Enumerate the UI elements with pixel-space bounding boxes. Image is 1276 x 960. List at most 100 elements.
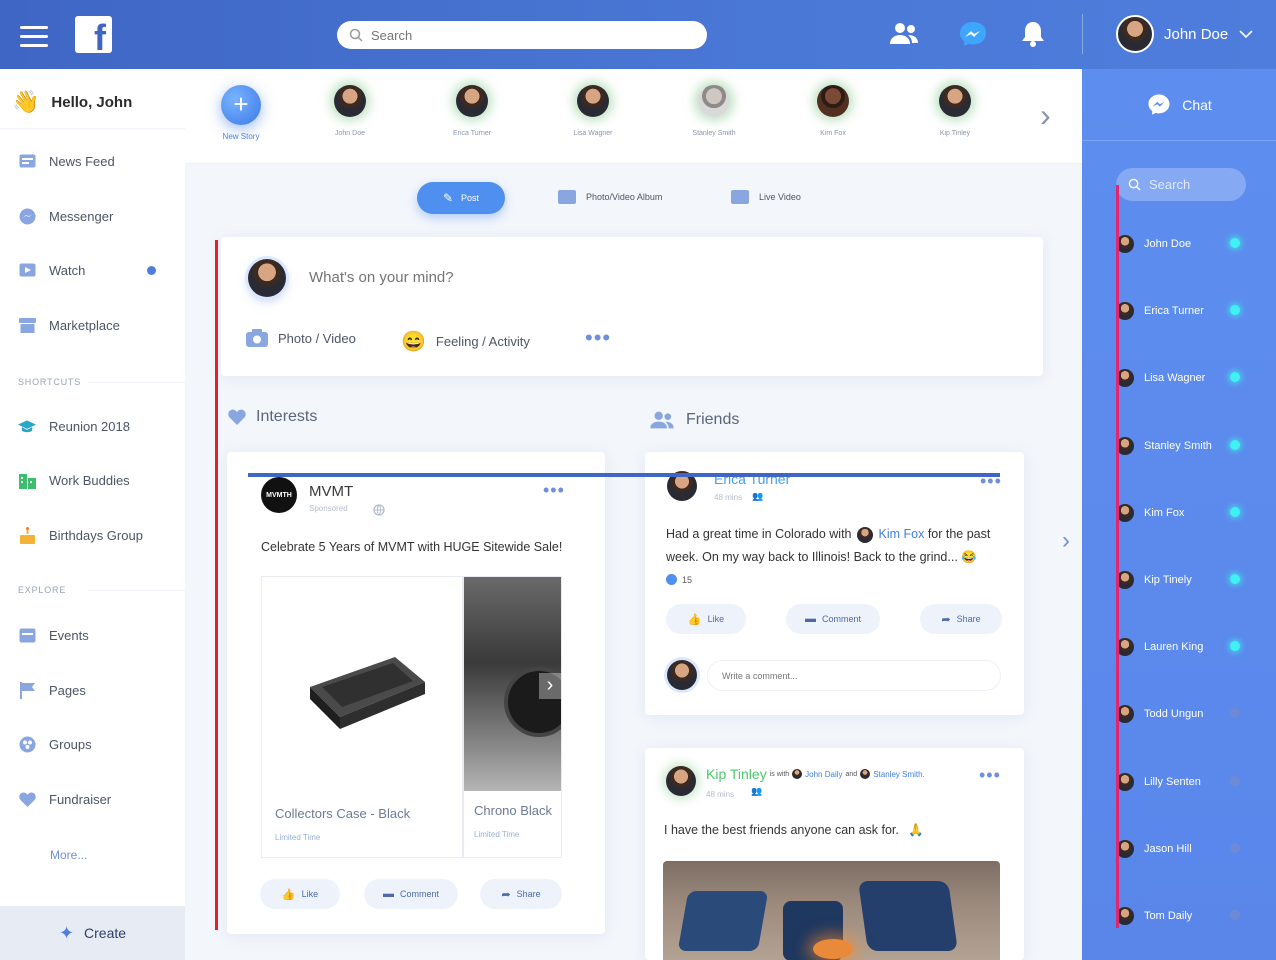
chat-contact[interactable]: Lilly Senten bbox=[1116, 770, 1246, 794]
avatar bbox=[817, 85, 849, 117]
share-button[interactable]: ➦ Share bbox=[480, 879, 562, 909]
chevron-right-icon[interactable]: › bbox=[1062, 527, 1070, 555]
magic-wand-icon: ✦ bbox=[58, 922, 75, 943]
sidebar-item-fundraiser[interactable]: Fundraiser bbox=[18, 790, 168, 808]
avatar bbox=[666, 766, 696, 796]
friends-icon[interactable] bbox=[888, 20, 920, 48]
comment-button[interactable]: ▬ Comment bbox=[364, 879, 458, 909]
friends-privacy-icon: 👥 bbox=[752, 491, 764, 501]
tagged-friend-link[interactable]: John Daily bbox=[805, 770, 842, 779]
tagged-friend-link[interactable]: Kim Fox bbox=[878, 527, 924, 541]
sidebar-item-pages[interactable]: Pages bbox=[18, 681, 168, 699]
story-item[interactable]: John Doe bbox=[310, 85, 390, 137]
more-options-icon[interactable]: ••• bbox=[585, 327, 611, 349]
avatar bbox=[248, 259, 286, 297]
more-options-icon[interactable]: ••• bbox=[543, 481, 565, 499]
more-link[interactable]: More... bbox=[50, 848, 87, 862]
chat-contact[interactable]: Tom Daily bbox=[1116, 904, 1246, 928]
product-name: Collectors Case - Black bbox=[275, 806, 411, 821]
post-author[interactable]: Kip Tinley bbox=[706, 766, 767, 782]
chat-contact[interactable]: Erica Turner bbox=[1116, 299, 1246, 323]
globe-icon bbox=[373, 504, 385, 516]
chevron-right-icon[interactable]: › bbox=[1040, 99, 1051, 131]
contact-name: Lauren King bbox=[1144, 641, 1204, 654]
chat-contact[interactable]: Lisa Wagner bbox=[1116, 366, 1246, 390]
flag-icon bbox=[18, 681, 36, 699]
story-item[interactable]: Stanley Smith bbox=[674, 85, 754, 137]
post-time: 48 mins bbox=[706, 790, 735, 799]
post-time: 48 mins bbox=[714, 493, 743, 502]
chat-search-bar[interactable] bbox=[1116, 168, 1246, 201]
comment-button[interactable]: ▬ Comment bbox=[786, 604, 880, 634]
feeling-activity-button[interactable]: 😄 Feeling / Activity bbox=[401, 329, 530, 354]
sidebar-item-reunion-2018[interactable]: Reunion 2018 bbox=[18, 417, 168, 435]
product-card[interactable]: › Chrono Black Limited Time bbox=[463, 576, 562, 858]
post-author[interactable]: MVMT bbox=[309, 483, 353, 500]
messenger-icon[interactable] bbox=[957, 20, 989, 48]
create-button[interactable]: ✦ Create bbox=[0, 906, 185, 960]
video-camera-icon bbox=[731, 190, 749, 204]
story-item[interactable]: Lisa Wagner bbox=[553, 85, 633, 137]
product-card[interactable]: Collectors Case - Black Limited Time bbox=[261, 576, 463, 858]
sidebar-item-news-feed[interactable]: News Feed bbox=[18, 152, 168, 170]
new-story-button[interactable]: + New Story bbox=[201, 85, 281, 141]
facebook-logo-icon[interactable]: f bbox=[75, 16, 112, 53]
like-button[interactable]: 👍 Like bbox=[260, 879, 340, 909]
photo-video-button[interactable]: Photo / Video bbox=[246, 329, 356, 347]
sidebar-item-work-buddies[interactable]: Work Buddies bbox=[18, 471, 168, 489]
contact-name: Stanley Smith bbox=[1144, 439, 1212, 452]
story-item[interactable]: Kim Fox bbox=[793, 85, 873, 137]
post-type-tabs: ✎ Post Photo/Video Album Live Video bbox=[185, 180, 1082, 220]
sidebar-item-watch[interactable]: Watch bbox=[18, 261, 168, 279]
tab-photo-video-album[interactable]: Photo/Video Album bbox=[558, 190, 662, 204]
chat-contact[interactable]: Stanley Smith bbox=[1116, 434, 1246, 458]
avatar bbox=[667, 660, 697, 690]
chat-contact[interactable]: Kim Fox bbox=[1116, 501, 1246, 525]
chat-contact[interactable]: Todd Ungun bbox=[1116, 702, 1246, 726]
chat-header: Chat bbox=[1082, 69, 1276, 141]
news-feed-icon bbox=[18, 152, 36, 170]
tab-post[interactable]: ✎ Post bbox=[417, 182, 505, 214]
friend-post-card: Kip Tinley is with John Daily and Stanle… bbox=[645, 748, 1024, 960]
chat-contact[interactable]: John Doe bbox=[1116, 232, 1246, 256]
comment-icon: ▬ bbox=[382, 888, 394, 900]
friends-campfire-photo[interactable] bbox=[663, 861, 1000, 960]
sidebar-item-marketplace[interactable]: Marketplace bbox=[18, 316, 168, 334]
user-menu[interactable]: John Doe bbox=[1116, 15, 1254, 53]
sidebar-item-groups[interactable]: Groups bbox=[18, 735, 168, 753]
product-name: Chrono Black bbox=[474, 803, 553, 818]
chevron-right-icon[interactable]: › bbox=[539, 673, 561, 699]
more-options-icon[interactable]: ••• bbox=[979, 766, 1001, 784]
sidebar-item-events[interactable]: Events bbox=[18, 626, 168, 644]
chat-contact[interactable]: Jason Hill bbox=[1116, 837, 1246, 861]
sidebar-item-birthdays-group[interactable]: Birthdays Group bbox=[18, 526, 168, 544]
more-options-icon[interactable]: ••• bbox=[980, 472, 1002, 490]
tagged-friend-link[interactable]: Stanley Smith. bbox=[873, 770, 925, 779]
story-item[interactable]: Erica Turner bbox=[432, 85, 512, 137]
avatar bbox=[860, 769, 871, 779]
sidebar-item-messenger[interactable]: Messenger bbox=[18, 207, 168, 225]
comment-input[interactable] bbox=[707, 660, 1001, 691]
chevron-down-icon[interactable] bbox=[1238, 29, 1254, 39]
like-button[interactable]: 👍 Like bbox=[666, 604, 746, 634]
online-status-dot bbox=[1230, 305, 1240, 316]
top-bar: f John Doe bbox=[0, 0, 1276, 69]
chat-contact[interactable]: Lauren King bbox=[1116, 635, 1246, 659]
status-input[interactable] bbox=[309, 269, 809, 286]
plus-icon: + bbox=[221, 85, 261, 125]
like-count[interactable]: 15 bbox=[666, 574, 692, 585]
calendar-icon bbox=[18, 626, 36, 644]
heart-icon bbox=[18, 790, 36, 808]
tab-live-video[interactable]: Live Video bbox=[731, 190, 801, 204]
product-limit: Limited Time bbox=[275, 833, 321, 842]
menu-icon[interactable] bbox=[20, 26, 48, 53]
avatar bbox=[334, 85, 366, 117]
notifications-bell-icon[interactable] bbox=[1017, 20, 1049, 48]
story-item[interactable]: Kip Tinley bbox=[915, 85, 995, 137]
groups-icon bbox=[18, 735, 36, 753]
search-bar[interactable] bbox=[337, 21, 707, 49]
search-input[interactable] bbox=[371, 27, 671, 43]
chat-search-input[interactable] bbox=[1149, 177, 1239, 192]
chat-contact[interactable]: Kip Tinely bbox=[1116, 568, 1246, 592]
share-button[interactable]: ➦ Share bbox=[920, 604, 1002, 634]
